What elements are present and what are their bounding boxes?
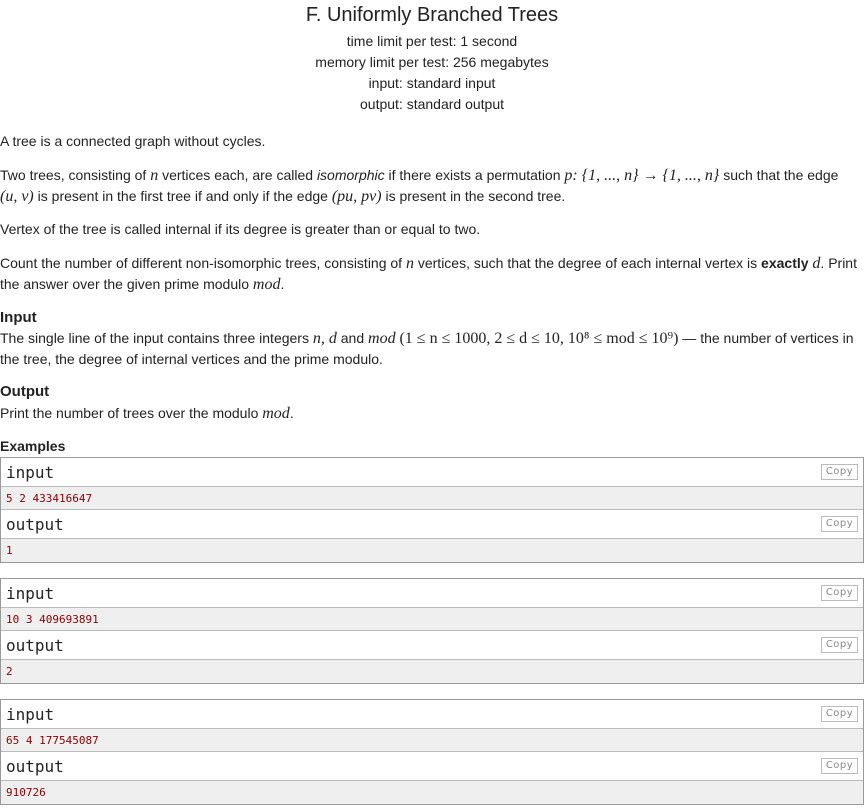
example-output-header: output Copy xyxy=(1,752,863,781)
example-input-header: input Copy xyxy=(1,458,863,487)
example-input-data: 5 2 433416647 xyxy=(1,487,863,510)
example-input-header: input Copy xyxy=(1,579,863,608)
example-output-header: output Copy xyxy=(1,510,863,539)
problem-header: F. Uniformly Branched Trees time limit p… xyxy=(0,3,864,115)
time-limit: time limit per test: 1 second xyxy=(346,33,518,49)
copy-button[interactable]: Copy xyxy=(821,637,858,653)
statement-paragraph-2: Two trees, consisting of n vertices each… xyxy=(0,167,839,205)
input-section-text: The single line of the input contains th… xyxy=(0,330,854,367)
example-input-header: input Copy xyxy=(1,700,863,729)
statement-paragraph-4: Count the number of different non-isomor… xyxy=(0,255,857,293)
output-section-text: Print the number of trees over the modul… xyxy=(0,405,294,422)
copy-button[interactable]: Copy xyxy=(821,585,858,601)
memory-limit: memory limit per test: 256 megabytes xyxy=(315,54,549,70)
example-input-data: 65 4 177545087 xyxy=(1,729,863,752)
example-output-data: 1 xyxy=(1,539,863,562)
statement-paragraph-1: A tree is a connected graph without cycl… xyxy=(0,133,266,149)
output-spec: output: standard output xyxy=(360,96,504,112)
example-2: input Copy 10 3 409693891 output Copy 2 xyxy=(0,578,864,684)
copy-button[interactable]: Copy xyxy=(821,464,858,480)
example-output-data: 2 xyxy=(1,660,863,683)
copy-button[interactable]: Copy xyxy=(821,516,858,532)
example-input-data: 10 3 409693891 xyxy=(1,608,863,631)
examples-title: Examples xyxy=(0,438,66,454)
example-output-data: 910726 xyxy=(1,781,863,804)
problem-title: F. Uniformly Branched Trees xyxy=(305,4,559,26)
example-3: input Copy 65 4 177545087 output Copy 91… xyxy=(0,699,864,805)
output-section-title: Output xyxy=(0,383,50,400)
copy-button[interactable]: Copy xyxy=(821,758,858,774)
example-1: input Copy 5 2 433416647 output Copy 1 xyxy=(0,457,864,563)
input-spec: input: standard input xyxy=(368,75,496,91)
example-output-header: output Copy xyxy=(1,631,863,660)
copy-button[interactable]: Copy xyxy=(821,706,858,722)
statement-paragraph-3: Vertex of the tree is called internal if… xyxy=(0,221,481,237)
input-section-title: Input xyxy=(0,309,37,326)
